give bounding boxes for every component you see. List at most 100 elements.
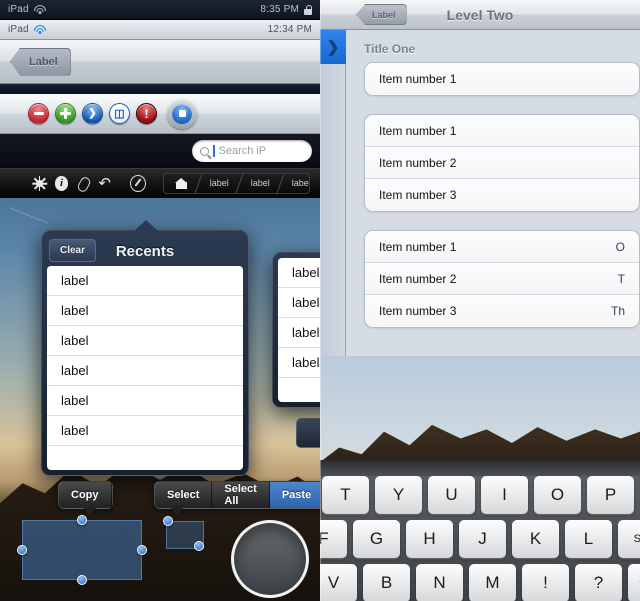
breadcrumb-home[interactable] bbox=[164, 173, 199, 194]
row-label: Item number 3 bbox=[379, 304, 456, 318]
stop-button[interactable] bbox=[167, 99, 197, 129]
search-bar: Search iP bbox=[0, 134, 320, 168]
bookmarks-button[interactable]: ◫ bbox=[109, 103, 130, 124]
key-u[interactable]: U bbox=[428, 476, 475, 514]
list-item[interactable]: label bbox=[278, 348, 320, 378]
popover-recents: Clear Recents label label label label la… bbox=[41, 230, 249, 476]
table-row[interactable]: Item number 3 bbox=[365, 179, 639, 211]
search-icon bbox=[200, 147, 209, 156]
status-bar-light: iPad 12:34 PM bbox=[0, 20, 320, 40]
key-f[interactable]: F bbox=[320, 520, 347, 558]
selection-rect-primary[interactable] bbox=[22, 520, 142, 580]
selection-handle-top[interactable] bbox=[77, 515, 87, 525]
key-j[interactable]: J bbox=[459, 520, 506, 558]
copy-button[interactable]: Copy bbox=[59, 482, 112, 508]
table-row[interactable]: Item number 3 Th bbox=[365, 295, 639, 327]
table-row[interactable]: Item number 1 bbox=[365, 63, 639, 95]
key-h[interactable]: H bbox=[406, 520, 453, 558]
screenshot-root: iPad 8:35 PM iPad 12:34 PM Label bbox=[0, 0, 640, 601]
text-caret bbox=[213, 145, 215, 157]
key-n[interactable]: N bbox=[416, 564, 463, 601]
key-o[interactable]: O bbox=[534, 476, 581, 514]
compass-icon[interactable] bbox=[130, 175, 146, 192]
list-item[interactable]: label bbox=[47, 296, 243, 326]
breadcrumb-item-2[interactable]: label bbox=[240, 173, 281, 194]
paste-button[interactable]: Paste bbox=[270, 482, 320, 508]
select-all-button[interactable]: Select All bbox=[212, 482, 269, 508]
list-item[interactable]: label bbox=[47, 416, 243, 446]
row-label: Item number 1 bbox=[379, 240, 456, 254]
list-item[interactable]: label bbox=[278, 318, 320, 348]
list-item[interactable]: label bbox=[47, 386, 243, 416]
row-detail: Th bbox=[611, 304, 625, 318]
list-item[interactable]: label bbox=[47, 356, 243, 386]
selection-handle-secondary-top[interactable] bbox=[163, 516, 173, 526]
icon-toolbar: ❯ ◫ ! bbox=[0, 94, 320, 134]
panel-divider bbox=[320, 0, 321, 601]
popover-secondary: label label label label bbox=[272, 252, 320, 408]
device-name-label: iPad bbox=[8, 4, 29, 15]
selection-handle-secondary-bottom[interactable] bbox=[194, 541, 204, 551]
selection-handle-bottom[interactable] bbox=[77, 575, 87, 585]
back-button[interactable]: Label bbox=[10, 48, 71, 76]
key-question[interactable]: ? bbox=[575, 564, 622, 601]
key-search[interactable]: Search bbox=[618, 520, 640, 558]
keyboard-row-1: T Y U I O P bbox=[320, 476, 640, 514]
status-bar-dark: iPad 8:35 PM bbox=[0, 0, 320, 20]
keyboard-row-2: F G H J K L Search bbox=[320, 520, 640, 558]
mini-widget[interactable] bbox=[296, 418, 320, 448]
key-b[interactable]: B bbox=[363, 564, 410, 601]
list-item[interactable]: label bbox=[47, 326, 243, 356]
key-m[interactable]: M bbox=[469, 564, 516, 601]
undo-icon[interactable]: ↶ bbox=[98, 176, 111, 191]
key-l[interactable]: L bbox=[565, 520, 612, 558]
stop-icon bbox=[172, 104, 192, 124]
brightness-icon[interactable] bbox=[32, 176, 46, 191]
search-placeholder: Search iP bbox=[219, 145, 267, 157]
key-v[interactable]: V bbox=[320, 564, 357, 601]
key-g[interactable]: G bbox=[353, 520, 400, 558]
attachment-icon[interactable] bbox=[77, 176, 89, 191]
row-label: Item number 1 bbox=[379, 124, 456, 138]
keyboard-row-3: V B N M ! ? ⌫ bbox=[320, 564, 640, 601]
key-p[interactable]: P bbox=[587, 476, 634, 514]
nav-bar-spacer bbox=[0, 84, 320, 94]
edit-menu-actions-tail bbox=[170, 507, 184, 515]
list-item[interactable]: label bbox=[278, 288, 320, 318]
status-left-dark: iPad bbox=[8, 4, 46, 15]
home-icon bbox=[175, 178, 188, 189]
key-y[interactable]: Y bbox=[375, 476, 422, 514]
key-k[interactable]: K bbox=[512, 520, 559, 558]
section-header: Title One bbox=[346, 30, 640, 62]
status-right-dark: 8:35 PM bbox=[260, 4, 312, 15]
edit-menu-copy: Copy bbox=[58, 481, 113, 509]
table-row[interactable]: Item number 2 T bbox=[365, 263, 639, 295]
chevron-right-icon[interactable]: ❯ bbox=[320, 30, 346, 64]
selection-handle-left[interactable] bbox=[17, 545, 27, 555]
search-input[interactable]: Search iP bbox=[192, 140, 312, 162]
selection-handle-right[interactable] bbox=[137, 545, 147, 555]
alert-button[interactable]: ! bbox=[136, 103, 157, 124]
key-i[interactable]: I bbox=[481, 476, 528, 514]
key-t[interactable]: T bbox=[322, 476, 369, 514]
table-row[interactable]: Item number 2 bbox=[365, 147, 639, 179]
key-exclamation[interactable]: ! bbox=[522, 564, 569, 601]
home-button[interactable] bbox=[231, 520, 309, 598]
list-item[interactable]: label bbox=[278, 258, 320, 288]
breadcrumb-item-3[interactable]: label bbox=[281, 173, 310, 194]
select-button[interactable]: Select bbox=[155, 482, 212, 508]
table-row[interactable]: Item number 1 O bbox=[365, 231, 639, 263]
table-row[interactable]: Item number 1 bbox=[365, 115, 639, 147]
clear-button[interactable]: Clear bbox=[49, 239, 96, 262]
list-item[interactable]: label bbox=[47, 266, 243, 296]
row-label: Item number 2 bbox=[379, 272, 456, 286]
info-icon[interactable]: i bbox=[55, 176, 69, 191]
back-button[interactable]: Label bbox=[356, 4, 407, 25]
breadcrumb-item-1[interactable]: label bbox=[199, 173, 240, 194]
breadcrumb: label label label bbox=[163, 173, 310, 194]
remove-button[interactable] bbox=[28, 103, 49, 124]
menu-icon[interactable] bbox=[10, 178, 23, 189]
key-backspace[interactable]: ⌫ bbox=[628, 564, 640, 601]
forward-button[interactable]: ❯ bbox=[82, 103, 103, 124]
add-button[interactable] bbox=[55, 103, 76, 124]
